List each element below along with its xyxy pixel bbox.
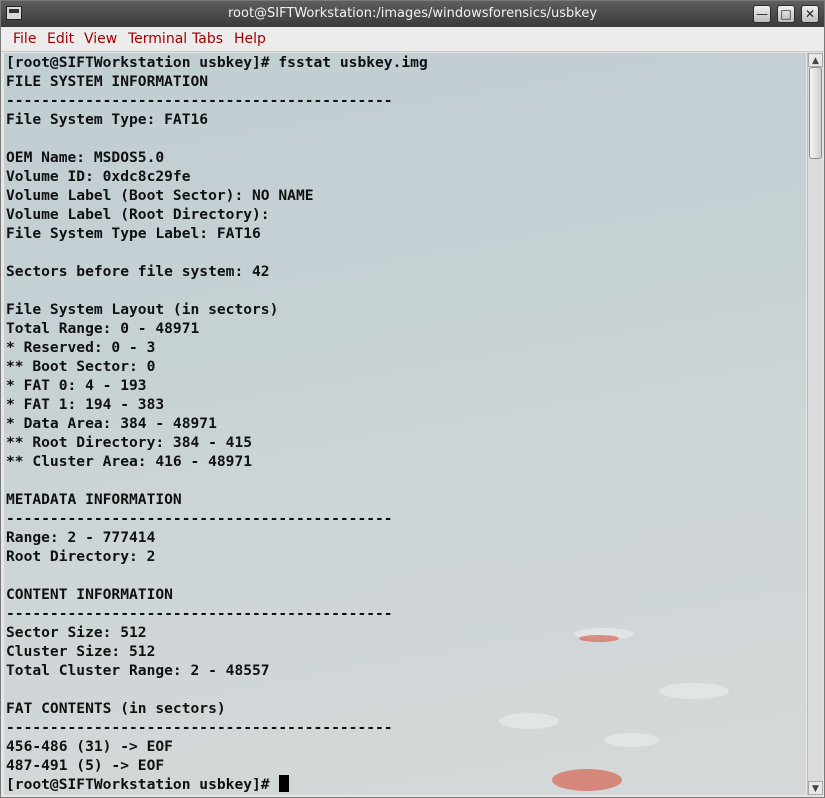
menu-bar: File Edit View Terminal Tabs Help — [1, 27, 824, 52]
terminal-line: * Data Area: 384 - 48971 — [6, 415, 217, 432]
terminal-line: * FAT 0: 4 - 193 — [6, 377, 147, 394]
terminal-line: 456-486 (31) -> EOF — [6, 738, 173, 755]
terminal-line: Sectors before file system: 42 — [6, 263, 270, 280]
menu-terminal[interactable]: Terminal — [128, 31, 187, 47]
terminal-line: ----------------------------------------… — [6, 510, 393, 527]
menu-file[interactable]: File — [13, 31, 36, 47]
terminal-line: Volume ID: 0xdc8c29fe — [6, 168, 191, 185]
vertical-scrollbar[interactable]: ▲ ▼ — [807, 53, 823, 795]
terminal-line: METADATA INFORMATION — [6, 491, 182, 508]
terminal-line: File System Type: FAT16 — [6, 111, 209, 128]
terminal-line: ----------------------------------------… — [6, 92, 393, 109]
terminal-line: 487-491 (5) -> EOF — [6, 757, 165, 774]
terminal-line: * Reserved: 0 - 3 — [6, 339, 156, 356]
text-cursor — [279, 775, 290, 792]
maximize-button[interactable]: □ — [777, 5, 795, 23]
background-koi-decoration — [579, 635, 619, 642]
terminal-line: ** Root Directory: 384 - 415 — [6, 434, 253, 451]
scroll-down-icon[interactable]: ▼ — [808, 781, 823, 795]
background-koi-decoration — [499, 713, 559, 729]
menu-edit[interactable]: Edit — [47, 31, 74, 47]
menu-view[interactable]: View — [84, 31, 117, 47]
terminal-output-area[interactable]: [root@SIFTWorkstation usbkey]# fsstat us… — [4, 53, 806, 795]
terminal-line: Total Range: 0 - 48971 — [6, 320, 200, 337]
terminal-line: ** Boot Sector: 0 — [6, 358, 156, 375]
scrollbar-thumb[interactable] — [809, 67, 822, 159]
menu-tabs[interactable]: Tabs — [192, 31, 223, 47]
terminal-line: Volume Label (Boot Sector): NO NAME — [6, 187, 314, 204]
terminal-line: Range: 2 - 777414 — [6, 529, 156, 546]
terminal-line: Root Directory: 2 — [6, 548, 156, 565]
title-bar[interactable]: root@SIFTWorkstation:/images/windowsfore… — [1, 1, 824, 27]
window-title: root@SIFTWorkstation:/images/windowsfore… — [227, 6, 598, 21]
terminal-line: * FAT 1: 194 - 383 — [6, 396, 165, 413]
terminal-line: OEM Name: MSDOS5.0 — [6, 149, 165, 166]
terminal-line: CONTENT INFORMATION — [6, 586, 173, 603]
terminal-line: ** Cluster Area: 416 - 48971 — [6, 453, 253, 470]
background-koi-decoration — [604, 733, 659, 747]
terminal-line: FAT CONTENTS (in sectors) — [6, 700, 226, 717]
terminal-line: FILE SYSTEM INFORMATION — [6, 73, 209, 90]
scroll-up-icon[interactable]: ▲ — [808, 53, 823, 67]
terminal-text: [root@SIFTWorkstation usbkey]# fsstat us… — [6, 53, 428, 794]
terminal-line: ----------------------------------------… — [6, 605, 393, 622]
background-koi-decoration — [552, 769, 622, 791]
terminal-line: File System Type Label: FAT16 — [6, 225, 261, 242]
background-koi-decoration — [659, 683, 729, 699]
close-button[interactable]: ✕ — [801, 5, 819, 23]
terminal-line: Volume Label (Root Directory): — [6, 206, 270, 223]
minimize-button[interactable]: — — [753, 5, 771, 23]
menu-help[interactable]: Help — [234, 31, 266, 47]
terminal-line: File System Layout (in sectors) — [6, 301, 279, 318]
terminal-line: Sector Size: 512 — [6, 624, 147, 641]
terminal-line: Cluster Size: 512 — [6, 643, 156, 660]
terminal-line: ----------------------------------------… — [6, 719, 393, 736]
terminal-window: root@SIFTWorkstation:/images/windowsfore… — [0, 0, 825, 798]
terminal-line: [root@SIFTWorkstation usbkey]# — [6, 775, 428, 794]
terminal-line: [root@SIFTWorkstation usbkey]# fsstat us… — [6, 54, 428, 71]
terminal-line: Total Cluster Range: 2 - 48557 — [6, 662, 270, 679]
